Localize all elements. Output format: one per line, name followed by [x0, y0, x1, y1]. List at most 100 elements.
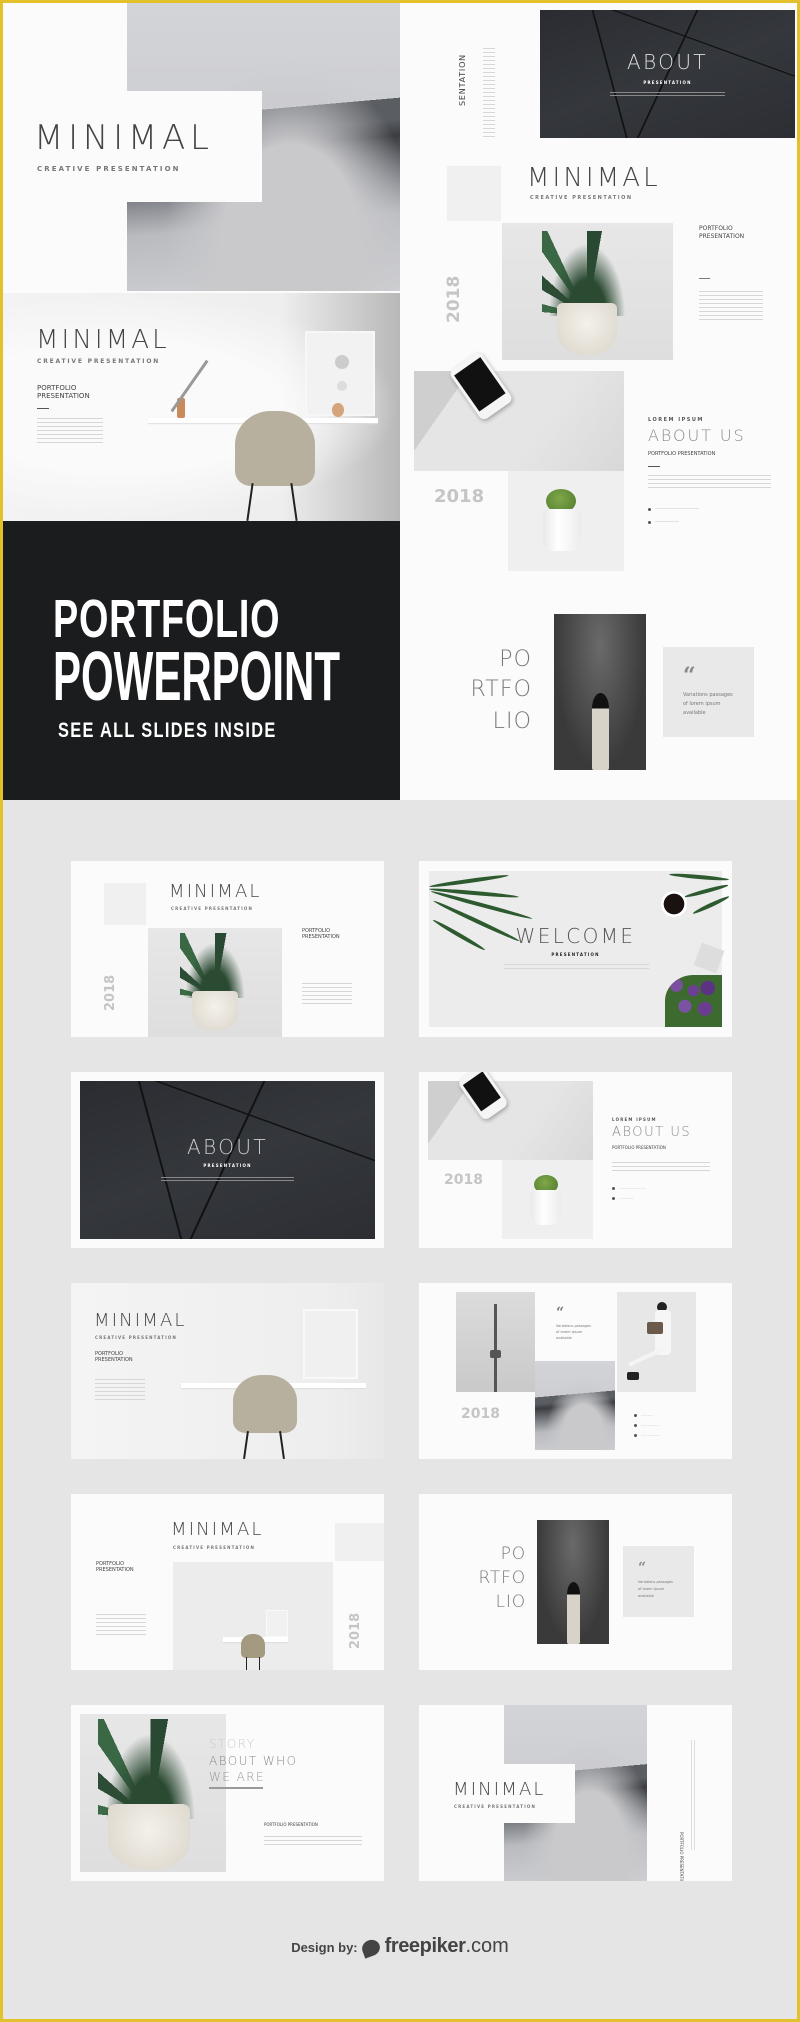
vertical-body-text — [483, 48, 495, 138]
body-text — [699, 291, 763, 321]
plant-sprig — [170, 359, 209, 413]
slide-title: MINIMAL — [453, 1779, 546, 1800]
portfolio-line-3: LIO — [492, 709, 532, 734]
plant-heading-1: PORTFOLIO — [699, 225, 733, 232]
desk-title: MINIMAL — [36, 325, 170, 355]
design-by-label: Design by: — [291, 1940, 358, 1955]
quote-line: Variations passages — [638, 1580, 673, 1584]
slide-thumbnail[interactable]: MINIMAL CREATIVE PRESENTATION PORTFOLIO … — [419, 1705, 732, 1881]
plant-heading-2: PRESENTATION — [699, 233, 745, 240]
cover-title: MINIMAL — [34, 118, 214, 158]
slide-thumbnail[interactable]: 2018 LOREM IPSUM ABOUT US PORTFOLIO PRES… — [419, 1072, 732, 1248]
story-line-3: WE ARE — [209, 1770, 266, 1784]
story-line-1: STORY — [209, 1737, 256, 1751]
slide-thumbnail[interactable]: ABOUT PRESENTATION — [71, 1072, 384, 1248]
year: 2018 — [444, 1172, 483, 1188]
portfolio-line-3: LIO — [495, 1592, 526, 1612]
quote-line-3: available — [683, 710, 706, 716]
bullet-item: —————— — [648, 519, 679, 524]
slide-title: ABOUT US — [612, 1125, 692, 1140]
story-line-2: ABOUT WHO — [209, 1754, 298, 1768]
quote-line: Variations passages — [556, 1324, 591, 1328]
slide-subtitle: PORTFOLIO PRESENTATION — [612, 1145, 666, 1150]
grey-square — [447, 166, 501, 221]
slide-title: ABOUT — [186, 1135, 269, 1159]
flowers — [665, 975, 722, 1027]
side-label: SENTATION — [458, 54, 467, 106]
divider — [37, 408, 49, 409]
banner-line-2: POWERPOINT — [53, 637, 341, 715]
presentation-showcase: MINIMAL CREATIVE PRESENTATION MINIMAL CR… — [3, 3, 797, 2019]
portfolio-line-1: PO — [500, 1544, 526, 1564]
quote-line-1: Variations passages — [683, 692, 733, 698]
slide-thumbnail[interactable]: MINIMAL CREATIVE PRESENTATION PORTFOLIO … — [71, 1283, 384, 1459]
heading-2: PRESENTATION — [96, 1567, 134, 1573]
slide-thumbnail[interactable]: WELCOME PRESENTATION — [419, 861, 732, 1037]
quote-line: of lorem ipsum — [638, 1587, 665, 1591]
portfolio-line-2: RTFO — [470, 677, 532, 702]
slide-title: MINIMAL — [171, 1519, 264, 1540]
quote-line: of lorem ipsum — [556, 1330, 583, 1334]
body-text — [648, 475, 771, 489]
eyebrow: LOREM IPSUM — [612, 1117, 657, 1122]
about-us-subtitle: PORTFOLIO PRESENTATION — [648, 451, 716, 457]
divider — [648, 466, 660, 467]
slide-title: MINIMAL — [169, 881, 262, 902]
slide-title: MINIMAL — [94, 1310, 187, 1331]
banner-tagline: SEE ALL SLIDES INSIDE — [58, 719, 277, 742]
coffee-cup — [661, 891, 687, 917]
plant-subtitle: CREATIVE PRESENTATION — [530, 195, 633, 201]
portfolio-line-1: PO — [499, 647, 532, 672]
desk-heading-1: PORTFOLIO — [37, 384, 77, 392]
slide-thumbnail[interactable]: MINIMAL CREATIVE PRESENTATION 2018 PORTF… — [71, 861, 384, 1037]
portfolio-line-2: RTFO — [478, 1568, 526, 1588]
about-dark-panel: ABOUT PRESENTATION — [540, 10, 795, 138]
plant-photo — [502, 223, 673, 360]
underline — [209, 1787, 263, 1789]
brand-domain[interactable]: .com — [465, 1935, 508, 1957]
footer-credit: Design by: freepiker.com — [3, 1935, 797, 1959]
divider — [699, 278, 710, 279]
heading-2: PRESENTATION — [95, 1357, 133, 1363]
slide-thumbnail[interactable]: “ Variations passages of lorem ipsum ava… — [419, 1283, 732, 1459]
cactus-photo — [508, 471, 624, 571]
about-subtitle: PRESENTATION — [643, 80, 692, 85]
slide-subtitle: CREATIVE PRESENTATION — [171, 906, 254, 911]
quote-line: available — [556, 1336, 572, 1340]
quote-icon: “ — [638, 1560, 647, 1576]
quote-icon: “ — [683, 663, 696, 689]
about-us-eyebrow: LOREM IPSUM — [648, 417, 704, 423]
slide-subtitle: PRESENTATION — [203, 1163, 252, 1168]
year: 2018 — [434, 486, 485, 507]
about-title: ABOUT — [626, 50, 709, 74]
title-banner: PORTFOLIO POWERPOINT SEE ALL SLIDES INSI… — [3, 521, 400, 800]
brand-name[interactable]: freepiker — [385, 1935, 466, 1957]
cover-subtitle: CREATIVE PRESENTATION — [37, 165, 181, 173]
body-text — [37, 418, 103, 446]
slide-title: WELCOME — [515, 924, 636, 948]
slide-thumbnail[interactable]: STORY ABOUT WHO WE ARE PORTFOLIO PRESENT… — [71, 1705, 384, 1881]
chair — [235, 411, 315, 486]
office-photo — [414, 350, 624, 471]
plant-title: MINIMAL — [527, 163, 661, 193]
year-vertical: 2018 — [348, 1612, 363, 1649]
slide-thumbnail[interactable]: MINIMAL CREATIVE PRESENTATION PORTFOLIO … — [71, 1494, 384, 1670]
slide-subtitle: CREATIVE PRESENTATION — [454, 1804, 537, 1809]
about-us-title: ABOUT US — [648, 426, 746, 445]
boat-photo — [554, 614, 646, 770]
side-label: PORTFOLIO PRESENTATION — [679, 1832, 684, 1881]
year: 2018 — [461, 1406, 500, 1422]
year-vertical: 2018 — [444, 275, 464, 323]
slide-thumbnail[interactable]: PO RTFO LIO “ Variations passages of lor… — [419, 1494, 732, 1670]
bullet-item: ——————————— — [648, 506, 699, 511]
quote-line: available — [638, 1594, 654, 1598]
copper-pot — [332, 403, 344, 417]
desk-heading-2: PRESENTATION — [37, 392, 90, 400]
quote-icon: “ — [556, 1305, 565, 1321]
freepiker-logo-icon — [359, 1937, 383, 1959]
slide-subtitle: CREATIVE PRESENTATION — [95, 1335, 178, 1340]
year-vertical: 2018 — [103, 974, 118, 1011]
hero-section: MINIMAL CREATIVE PRESENTATION MINIMAL CR… — [3, 3, 797, 800]
quote-box: “ Variations passages of lorem ipsum ava… — [663, 647, 754, 737]
slide-subtitle: PORTFOLIO PRESENTATION — [264, 1822, 318, 1827]
